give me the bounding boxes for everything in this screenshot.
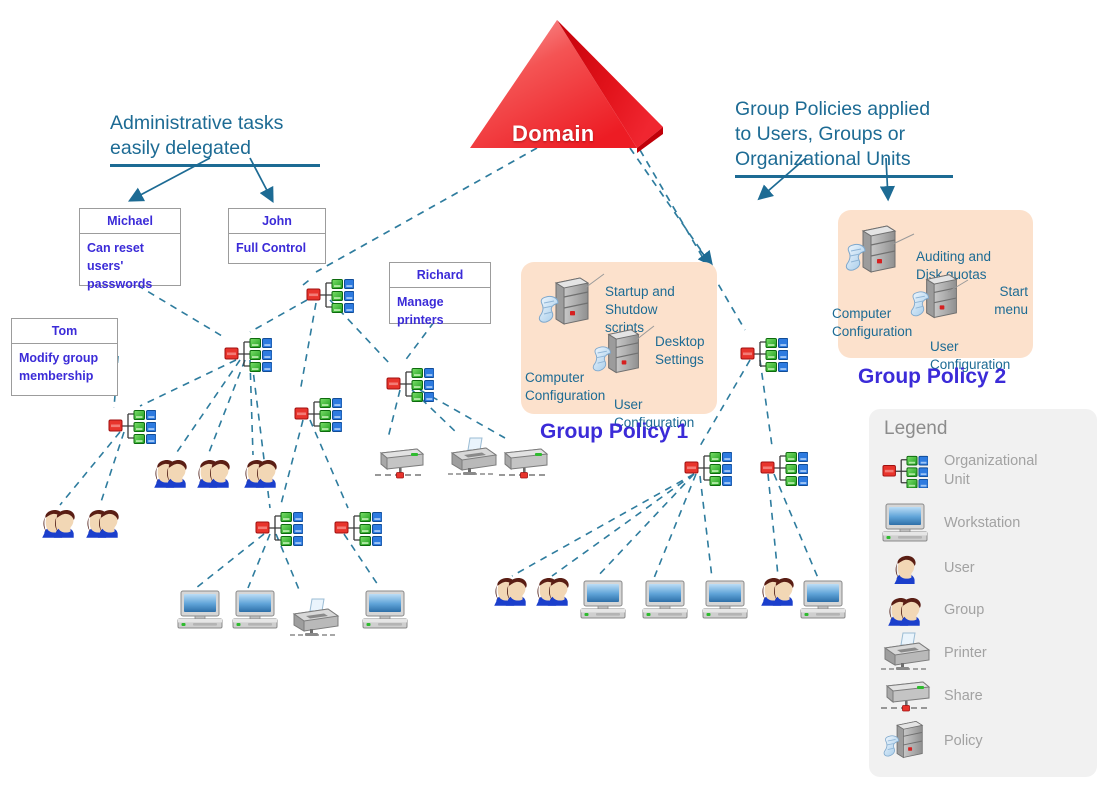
legend-title: Legend	[884, 418, 947, 440]
legend-title-text: Legend	[884, 418, 948, 439]
legend-item-user: User	[878, 550, 1083, 586]
group-policy-1-title-text: Group Policy 1	[540, 420, 689, 443]
group-icon[interactable]	[38, 505, 80, 544]
group-icon[interactable]	[82, 505, 124, 544]
organizational-unit-icon[interactable]	[224, 336, 273, 377]
printer-icon[interactable]	[288, 598, 340, 645]
delegation-permission: Can reset users' passwords	[87, 241, 153, 291]
group-policy-1-title: Group Policy 1	[540, 420, 688, 444]
user-icon	[878, 551, 932, 585]
printer-icon[interactable]	[446, 437, 498, 484]
annotation-right: Group Policies applied to Users, Groups …	[735, 72, 953, 203]
workstation-icon[interactable]	[232, 590, 278, 635]
legend-item-share: Share	[878, 678, 1083, 714]
group-icon[interactable]	[240, 455, 282, 494]
policy-icon[interactable]	[592, 327, 644, 384]
gp2-user-setting: Start menu	[968, 265, 1028, 319]
legend-item-label: Policy	[944, 732, 983, 749]
organizational-unit-icon[interactable]	[108, 408, 157, 449]
organizational-unit-icon[interactable]	[306, 277, 355, 318]
group-policy-2-title-text: Group Policy 2	[858, 365, 1007, 388]
group-icon[interactable]	[490, 573, 532, 612]
printer-icon	[878, 632, 932, 674]
workstation-icon[interactable]	[702, 580, 748, 625]
share-icon[interactable]	[373, 444, 425, 487]
domain-label-text: Domain	[512, 121, 595, 146]
legend-item-label: Workstation	[944, 514, 1021, 531]
workstation-icon[interactable]	[177, 590, 223, 635]
delegation-box-richard[interactable]: Richard Manage printers	[389, 262, 491, 327]
legend-item-printer: Printer	[878, 632, 1083, 674]
share-icon	[878, 677, 932, 715]
organizational-unit-icon[interactable]	[684, 450, 733, 491]
delegation-permission: Manage printers	[397, 295, 444, 327]
delegation-name: Michael	[80, 209, 180, 234]
organizational-unit-icon	[878, 454, 932, 489]
delegation-box-michael[interactable]: Michael Can reset users' passwords	[79, 208, 181, 291]
legend-item-label: User	[944, 559, 975, 576]
annotation-right-text: Group Policies applied to Users, Groups …	[735, 98, 931, 170]
legend-item-workstation: Workstation	[878, 503, 1083, 543]
group-icon[interactable]	[757, 573, 799, 612]
workstation-icon	[878, 503, 932, 543]
legend-item-organizational-unit: Organizational Unit	[878, 450, 1083, 492]
gp2-user-setting-text: Start menu	[994, 284, 1028, 317]
annotation-left: Administrative tasks easily delegated	[110, 86, 320, 192]
organizational-unit-icon[interactable]	[255, 510, 304, 551]
legend-item-group: Group	[878, 592, 1083, 628]
policy-icon	[878, 719, 932, 763]
policy-icon[interactable]	[845, 223, 901, 284]
legend-item-policy: Policy	[878, 720, 1083, 762]
delegation-permission: Full Control	[236, 241, 307, 255]
annotation-right-rule	[735, 175, 953, 178]
group-icon	[878, 593, 932, 627]
policy-icon[interactable]	[910, 272, 962, 329]
delegation-name: Tom	[12, 319, 117, 344]
workstation-icon[interactable]	[800, 580, 846, 625]
share-icon[interactable]	[497, 444, 549, 487]
organizational-unit-icon[interactable]	[740, 336, 789, 377]
legend-item-label: Organizational Unit	[944, 453, 1038, 488]
group-icon[interactable]	[532, 573, 574, 612]
delegation-box-tom[interactable]: Tom Modify group membership	[11, 318, 118, 396]
diagram-canvas: Domain Administrative tasks easily deleg…	[0, 0, 1115, 788]
workstation-icon[interactable]	[642, 580, 688, 625]
organizational-unit-icon[interactable]	[760, 450, 809, 491]
organizational-unit-icon[interactable]	[294, 396, 343, 437]
organizational-unit-icon[interactable]	[334, 510, 383, 551]
annotation-left-text: Administrative tasks easily delegated	[110, 112, 284, 159]
domain-label: Domain	[512, 121, 594, 147]
group-icon[interactable]	[193, 455, 235, 494]
policy-icon[interactable]	[538, 275, 594, 336]
legend-item-label: Share	[944, 687, 983, 704]
delegation-permission: Modify group membership	[19, 351, 99, 383]
gp2-computer-label-text: Computer Configuration	[832, 306, 913, 339]
delegation-box-john[interactable]: John Full Control	[228, 208, 326, 264]
workstation-icon[interactable]	[580, 580, 626, 625]
annotation-left-rule	[110, 164, 320, 167]
delegation-name: Richard	[390, 263, 490, 288]
group-policy-2-title: Group Policy 2	[858, 365, 1006, 389]
legend-item-label: Group	[944, 601, 985, 618]
group-icon[interactable]	[150, 455, 192, 494]
gp1-user-setting: Desktop Settings	[655, 315, 727, 369]
workstation-icon[interactable]	[362, 590, 408, 635]
delegation-name: John	[229, 209, 325, 234]
organizational-unit-icon[interactable]	[386, 366, 435, 407]
legend-item-label: Printer	[944, 644, 987, 661]
gp1-user-setting-text: Desktop Settings	[655, 334, 705, 367]
